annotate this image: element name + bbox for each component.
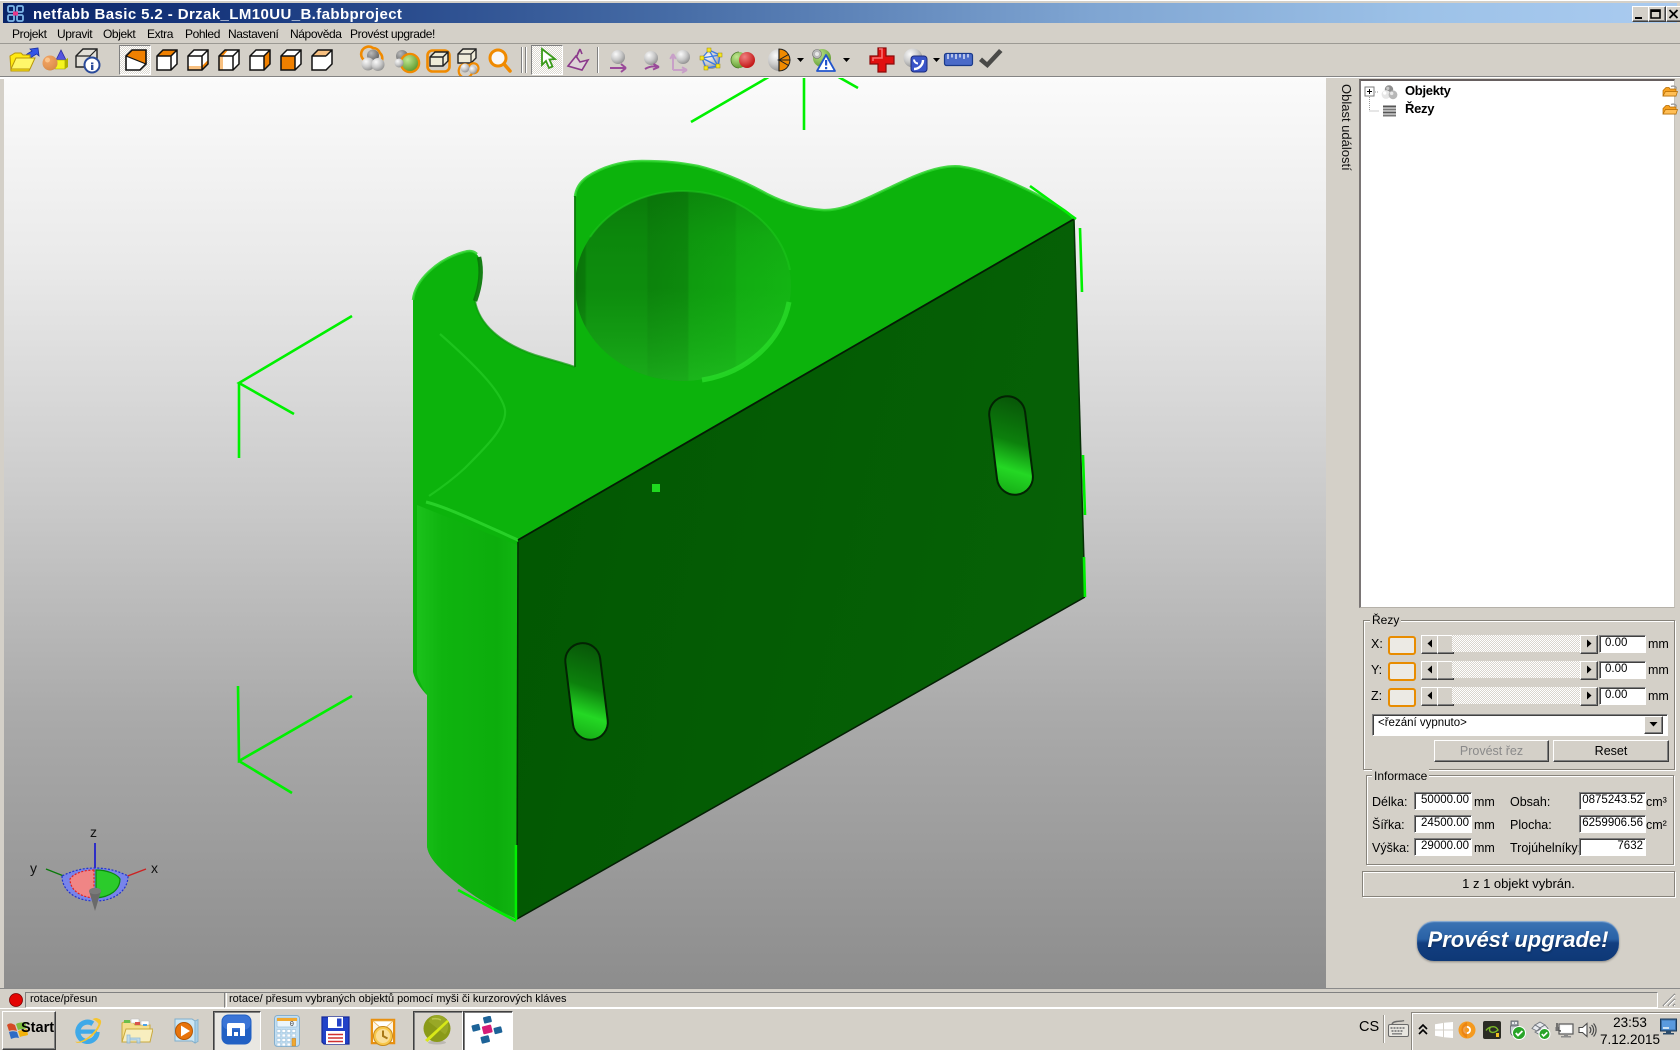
svg-text:0: 0 <box>290 1021 294 1029</box>
svg-text:x: x <box>151 860 158 876</box>
svg-text:z: z <box>90 824 97 840</box>
svg-text:y: y <box>30 860 37 876</box>
